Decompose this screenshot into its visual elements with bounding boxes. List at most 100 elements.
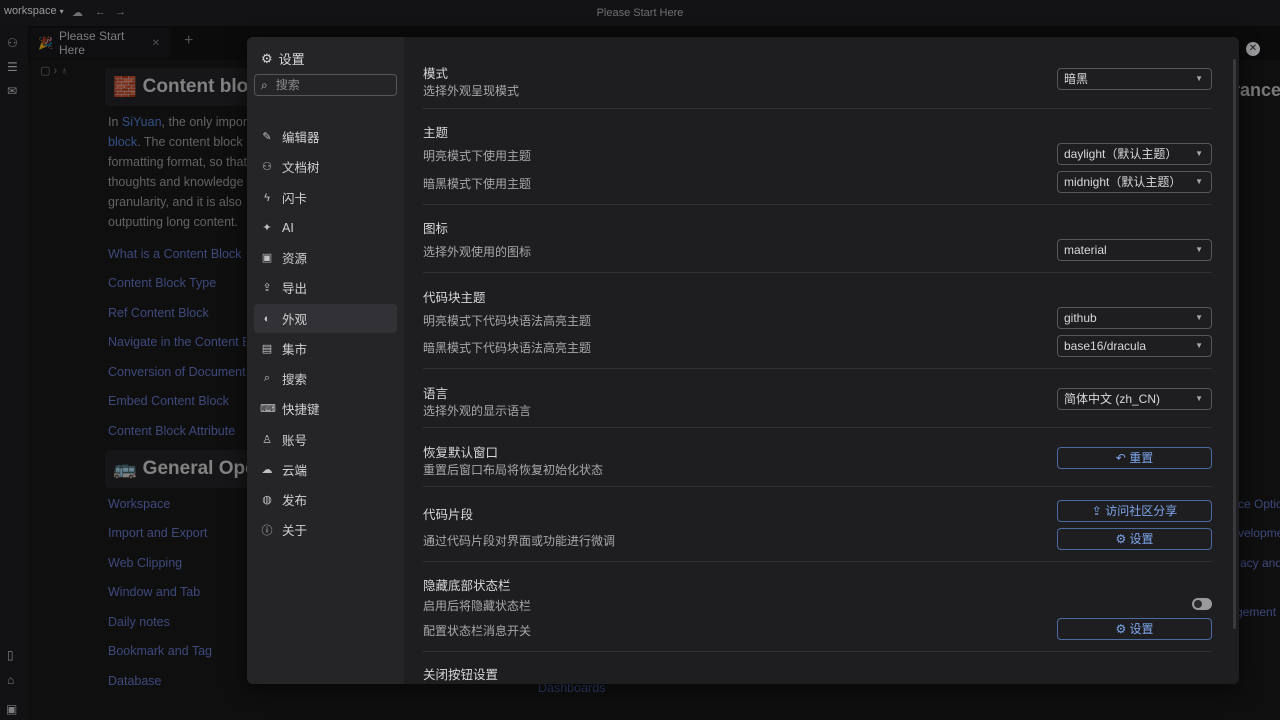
theme-dark-select[interactable]: midnight（默认主题） ▼: [1057, 171, 1212, 193]
nav-item-editor[interactable]: ✎ 编辑器: [254, 122, 397, 151]
divider: [423, 204, 1212, 205]
divider: [423, 272, 1212, 273]
panel-scrollbar[interactable]: [1233, 59, 1236, 629]
language-select[interactable]: 简体中文 (zh_CN) ▼: [1057, 388, 1212, 410]
select-value: 暗黑: [1064, 72, 1089, 86]
nav-item-account[interactable]: ♙ 账号: [254, 425, 397, 454]
snippets-desc: 通过代码片段对界面或功能进行微调: [423, 534, 616, 548]
statusbar-settings-button[interactable]: ⚙ 设置: [1057, 618, 1212, 640]
inbox-icon[interactable]: ✉: [7, 84, 17, 98]
title-bar: workspace ▾ ☁ ← → Please Start Here: [0, 0, 1280, 26]
info-icon: ⓘ: [261, 524, 273, 537]
file-tree-icon[interactable]: ⚇: [7, 36, 18, 50]
snippets-settings-button[interactable]: ⚙ 设置: [1057, 528, 1212, 550]
mode-select[interactable]: 暗黑 ▼: [1057, 68, 1212, 90]
settings-dialog: ⚙ 设置 ⌕ ✎ 编辑器 ⚇ 文档树 ϟ 闪卡 ✦ AI ▣ 资源 ⇪ 导出 ◐ 外观 ▤ 集市…: [247, 37, 1239, 684]
reset-button[interactable]: ↶ 重置: [1057, 447, 1212, 469]
status-icon[interactable]: ▣: [6, 702, 17, 716]
close-dialog-icon[interactable]: ✕: [1246, 42, 1260, 56]
nav-label: 搜索: [282, 373, 308, 387]
search-icon: ⌕: [263, 372, 271, 384]
divider: [423, 561, 1212, 562]
nav-label: 编辑器: [282, 131, 320, 145]
upload-icon: ⇪: [262, 282, 272, 294]
nav-item-flashcard[interactable]: ϟ 闪卡: [254, 183, 397, 212]
nav-label: 发布: [282, 494, 308, 508]
theme-dark-label: 暗黑模式下使用主题: [423, 177, 532, 191]
statusbar-toggle-label: 启用后将隐藏状态栏: [423, 599, 532, 613]
select-value: 简体中文 (zh_CN): [1064, 392, 1161, 406]
nav-label: 导出: [282, 282, 308, 296]
undo-icon: ↶: [1115, 451, 1126, 465]
outline-icon[interactable]: ☰: [7, 60, 18, 74]
account-icon: ♙: [262, 434, 272, 446]
appearance-panel: 模式 选择外观呈现模式 暗黑 ▼ 主题 明亮模式下使用主题 daylight（默认…: [404, 37, 1239, 684]
community-share-button[interactable]: ⇪ 访问社区分享: [1057, 500, 1212, 522]
caret-down-icon: ▼: [1195, 313, 1203, 322]
code-theme-dark-select[interactable]: base16/dracula ▼: [1057, 335, 1212, 357]
nav-item-search[interactable]: ⌕ 搜索: [254, 364, 397, 393]
mode-title: 模式: [423, 67, 449, 81]
search-input[interactable]: [273, 77, 378, 93]
theme-light-select[interactable]: daylight（默认主题） ▼: [1057, 143, 1212, 165]
code-theme-light-select[interactable]: github ▼: [1057, 307, 1212, 329]
nav-label: AI: [282, 220, 294, 235]
nav-item-bazaar[interactable]: ▤ 集市: [254, 334, 397, 363]
image-icon: ▣: [261, 252, 273, 264]
gear-icon: ⚙: [1115, 622, 1127, 636]
divider: [423, 368, 1212, 369]
palette-icon: ◐: [263, 312, 271, 325]
statusbar-title: 隐藏底部状态栏: [423, 579, 511, 593]
tag-icon[interactable]: ⌂: [7, 673, 14, 687]
code-theme-light-label: 明亮模式下代码块语法高亮主题: [423, 314, 592, 328]
caret-down-icon: ▼: [1195, 394, 1203, 403]
language-title: 语言: [423, 387, 449, 401]
settings-title: 设置: [278, 52, 305, 67]
select-value: midnight（默认主题）: [1064, 175, 1182, 189]
settings-search[interactable]: ⌕: [254, 74, 397, 96]
icon-select[interactable]: material ▼: [1057, 239, 1212, 261]
theme-light-label: 明亮模式下使用主题: [423, 149, 532, 163]
nav-item-cloud[interactable]: ☁ 云端: [254, 455, 397, 484]
gear-icon: ⚙: [261, 50, 273, 66]
nav-item-keymap[interactable]: ⌨ 快捷键: [254, 394, 397, 423]
bookmark-icon[interactable]: ▯: [7, 648, 14, 662]
divider: [423, 427, 1212, 428]
edit-icon: ✎: [262, 131, 272, 143]
snippets-title: 代码片段: [423, 508, 474, 522]
nav-item-ai[interactable]: ✦ AI: [254, 213, 397, 242]
nav-label: 云端: [282, 464, 308, 478]
statusbar-config-label: 配置状态栏消息开关: [423, 624, 532, 638]
nav-label: 资源: [282, 252, 308, 266]
settings-sidebar: ⚙ 设置 ⌕ ✎ 编辑器 ⚇ 文档树 ϟ 闪卡 ✦ AI ▣ 资源 ⇪ 导出 ◐ 外观 ▤ 集市…: [247, 37, 404, 684]
nav-item-export[interactable]: ⇪ 导出: [254, 273, 397, 302]
caret-down-icon: ▼: [1195, 74, 1203, 83]
window-title: Please Start Here: [596, 7, 684, 19]
nav-item-filetree[interactable]: ⚇ 文档树: [254, 152, 397, 181]
toggle-knob: [1194, 600, 1202, 608]
icon-desc: 选择外观使用的图标: [423, 245, 532, 259]
nav-label: 快捷键: [282, 403, 320, 417]
nav-label: 关于: [282, 524, 308, 538]
upload-icon: ⇪: [1091, 504, 1102, 518]
nav-label: 闪卡: [282, 192, 308, 206]
hide-statusbar-toggle[interactable]: [1192, 598, 1212, 610]
divider: [423, 486, 1212, 487]
tree-icon: ⚇: [262, 161, 272, 173]
theme-title: 主题: [423, 126, 449, 140]
nav-item-about[interactable]: ⓘ 关于: [254, 515, 397, 544]
button-label: 设置: [1129, 622, 1154, 636]
nav-item-appearance[interactable]: ◐ 外观: [254, 304, 397, 333]
nav-item-assets[interactable]: ▣ 资源: [254, 243, 397, 272]
divider: [423, 108, 1212, 109]
caret-down-icon: ▼: [1195, 341, 1203, 350]
nav-item-publish[interactable]: ◍ 发布: [254, 485, 397, 514]
settings-header: ⚙ 设置: [261, 49, 305, 68]
nav-label: 账号: [282, 434, 308, 448]
code-theme-title: 代码块主题: [423, 291, 486, 305]
button-label: 访问社区分享: [1105, 504, 1178, 518]
globe-icon: ◍: [262, 494, 272, 506]
nav-label: 外观: [282, 313, 308, 327]
divider: [423, 651, 1212, 652]
reset-window-desc: 重置后窗口布局将恢复初始化状态: [423, 463, 604, 477]
